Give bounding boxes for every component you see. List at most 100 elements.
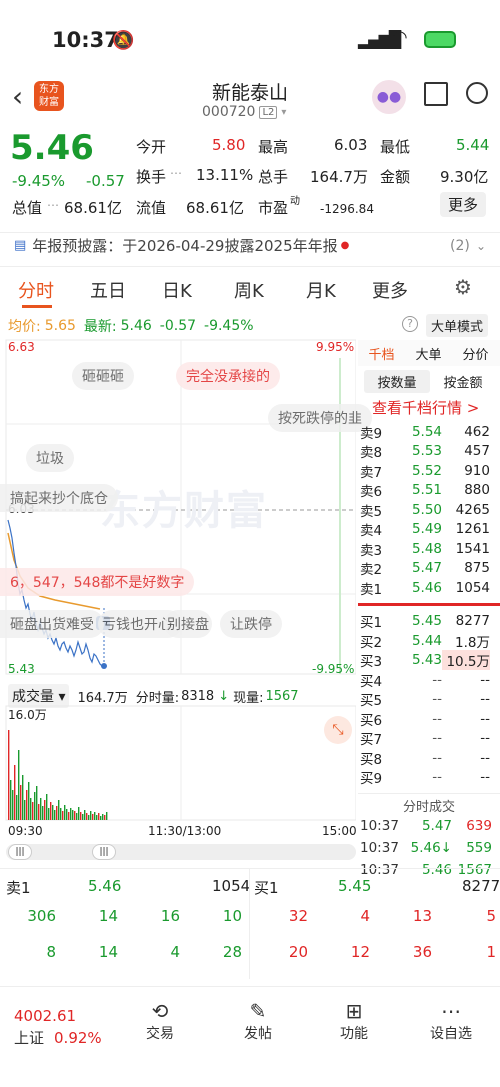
status-time: 10:37 <box>52 28 119 52</box>
share-icon[interactable] <box>424 82 448 106</box>
ask-row[interactable]: 卖8 5.53 457 <box>358 442 500 462</box>
bid-price: 5.44 <box>411 632 442 649</box>
queue-order: 28 <box>222 943 242 961</box>
robot-avatar-icon[interactable]: ●● <box>372 80 406 114</box>
volume-bar <box>60 808 62 820</box>
help-icon[interactable]: ? <box>402 316 418 332</box>
book-tab-large[interactable]: 大单 <box>405 344 452 363</box>
volume-chart[interactable]: 16.0万 ⤡ <box>0 704 356 822</box>
volume-bar <box>28 782 30 820</box>
turnover-value: 13.11% <box>196 166 254 184</box>
bid-row[interactable]: 买1 5.45 8277 <box>358 612 500 631</box>
volume-total: 164.7万 <box>77 690 128 706</box>
notice-icon: ▤ <box>14 238 27 253</box>
bid-row[interactable]: 买4 -- -- <box>358 670 500 690</box>
tab-more[interactable]: 更多 <box>372 277 408 303</box>
ask-row[interactable]: 卖7 5.52 910 <box>358 461 500 481</box>
volume-bar <box>14 765 16 820</box>
bid-row[interactable]: 买7 -- -- <box>358 729 500 748</box>
ask-price: 5.46 <box>411 579 442 596</box>
tab-week-k[interactable]: 周K <box>234 277 264 303</box>
queue-sell-label: 卖1 <box>6 879 31 897</box>
volume-bar <box>40 798 42 820</box>
volume-bar <box>58 800 60 820</box>
book-tab-depth[interactable]: 千档 <box>358 344 405 363</box>
queue-order: 20 <box>288 943 308 961</box>
tab-month-k[interactable]: 月K <box>306 277 336 303</box>
turnover-info-icon[interactable]: ⋯ <box>170 166 182 180</box>
search-icon[interactable] <box>466 82 488 104</box>
volume-bar <box>22 775 24 820</box>
ask-level: 卖8 <box>360 445 383 462</box>
queue-order: 12 <box>350 943 370 961</box>
order-book: 千档 大单 分价 按数量 按金额 查看千档行情 > 卖9 5.54 462 卖8 5.5… <box>358 340 500 881</box>
more-button[interactable]: 更多 <box>440 192 487 217</box>
ask-row[interactable]: 卖2 5.47 875 <box>358 559 500 578</box>
bid-row[interactable]: 买2 5.44 1.8万 <box>358 631 500 651</box>
mktcap-label: 总值 <box>12 199 43 217</box>
float-value: 68.61亿 <box>186 199 244 217</box>
bid-level: 买6 <box>360 712 383 729</box>
bid-row[interactable]: 买9 -- -- <box>358 768 500 788</box>
volume-max-label: 16.0万 <box>8 708 47 722</box>
ask-row[interactable]: 卖9 5.54 462 <box>358 422 500 442</box>
tab-watchlist-label: 设自选 <box>430 1026 472 1042</box>
queue-order: 5 <box>486 907 496 925</box>
book-tab-price[interactable]: 分价 <box>452 344 499 363</box>
chevron-down-icon[interactable]: ▾ <box>281 107 286 118</box>
y-label-top: 6.63 <box>8 340 35 354</box>
index-value: 4002.61 <box>14 1007 77 1025</box>
tab-post[interactable]: ✎ 发帖 <box>238 999 278 1043</box>
trade-v: 559 <box>466 840 492 856</box>
ask-row[interactable]: 卖6 5.51 880 <box>358 481 500 500</box>
scroll-handle-left[interactable]: ||| <box>8 844 32 860</box>
intraday-chart[interactable]: 东方财富 6.63 6.03 5.43 9.95% -9.95% 砸砸砸 完全没… <box>0 338 372 678</box>
tab-five-day[interactable]: 五日 <box>90 277 126 303</box>
queue-order: 14 <box>98 907 118 925</box>
bid-row[interactable]: 买6 -- -- <box>358 709 500 729</box>
ask-row[interactable]: 卖4 5.49 1261 <box>358 520 500 539</box>
tab-intraday[interactable]: 分时 <box>18 277 54 303</box>
fs-volume: 8318 <box>181 688 215 704</box>
ask-volume: 462 <box>464 423 490 440</box>
scroll-handle-right[interactable]: ||| <box>92 844 116 860</box>
expand-icon[interactable]: ⤡ <box>324 716 352 744</box>
queue-order: 8 <box>46 943 56 961</box>
bid-row[interactable]: 买8 -- -- <box>358 748 500 768</box>
tab-watchlist[interactable]: ⋯ 设自选 <box>426 999 476 1043</box>
bid-price: -- <box>432 710 442 727</box>
trade-row: 10:37 5.47 639 <box>358 815 500 837</box>
book-sub-quantity[interactable]: 按数量 <box>364 369 430 393</box>
mute-icon: 🔕 <box>112 30 135 51</box>
ask-row[interactable]: 卖1 5.46 1054 <box>358 578 500 598</box>
book-sub-amount[interactable]: 按金额 <box>430 372 496 391</box>
tab-function[interactable]: ⊞ 功能 <box>334 999 374 1043</box>
bid-row[interactable]: 买5 -- -- <box>358 690 500 709</box>
big-order-button[interactable]: 大单模式 <box>426 314 489 337</box>
volume-bar <box>98 813 100 820</box>
mktcap-info-icon[interactable]: ⋯ <box>47 198 59 212</box>
index-pct: 0.92% <box>54 1028 102 1047</box>
mktcap-value: 68.61亿 <box>64 199 122 217</box>
post-icon: ✎ <box>249 999 267 1023</box>
ask-row[interactable]: 卖5 5.50 4265 <box>358 500 500 520</box>
quote-panel: 5.46 -9.45% -0.57 总值 ⋯ 68.61亿 今开 5.80 最高… <box>0 124 500 224</box>
notice-chevron-icon[interactable]: ⌄ <box>476 239 486 253</box>
tab-trade[interactable]: ⟲ 交易 <box>140 999 180 1043</box>
time-scrollbar[interactable]: ||| ||| <box>6 844 356 860</box>
bid-level: 买9 <box>360 771 383 788</box>
bid-row[interactable]: 买3 5.43 10.5万 <box>358 650 500 671</box>
queue-buy-price: 5.45 <box>338 877 372 895</box>
settings-icon[interactable]: ⚙ <box>454 275 472 299</box>
queue-order: 32 <box>288 907 308 925</box>
latest-pct: -9.45% <box>204 318 254 334</box>
tab-day-k[interactable]: 日K <box>162 277 192 303</box>
volume-bar <box>86 813 88 820</box>
low-value: 5.44 <box>456 136 490 154</box>
depth-link[interactable]: 查看千档行情 > <box>358 394 500 422</box>
ask-row[interactable]: 卖3 5.48 1541 <box>358 539 500 559</box>
bid-level: 买4 <box>360 673 383 690</box>
index-ticker[interactable]: 4002.61 上证 0.92% <box>14 1007 102 1048</box>
notice-bar[interactable]: ▤ 年报预披露：于2026-04-29披露2025年年报 ● (2) ⌄ <box>0 232 500 258</box>
tab-trade-label: 交易 <box>146 1026 174 1042</box>
